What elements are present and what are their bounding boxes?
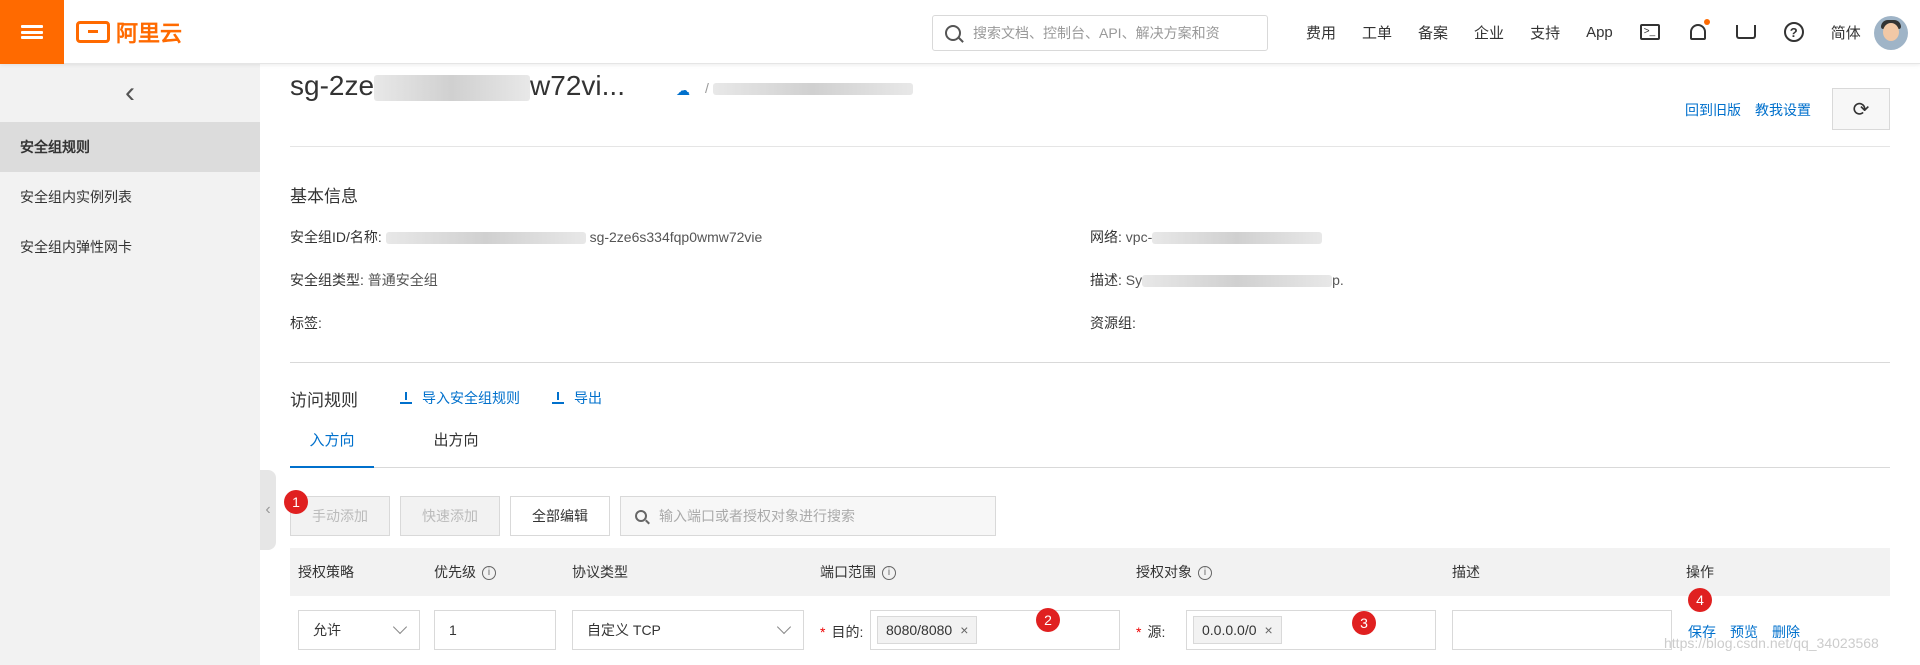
port-tag: 8080/8080 ×	[877, 616, 978, 644]
sidebar-item-sg-rules[interactable]: 安全组规则	[0, 122, 260, 172]
description-row: 描述: Sy p.	[1090, 272, 1344, 288]
annotation-badge-1: 1	[284, 490, 308, 514]
info-icon[interactable]: i	[1198, 566, 1212, 581]
redacted-text	[1142, 275, 1333, 288]
annotation-badge-4: 4	[1688, 588, 1712, 612]
main-content: sg-2ze w72vi... ☁ / 回到旧版 教我设置 ⟳ 基本信息 安全组I…	[284, 64, 1890, 665]
tags-row: 标签:	[290, 315, 322, 331]
access-rules-title: 访问规则	[290, 391, 358, 410]
annotation-badge-3: 3	[1352, 611, 1376, 635]
col-protocol: 协议类型	[572, 564, 628, 580]
header-links: 回到旧版 教我设置	[1685, 100, 1811, 120]
vpc-subtitle: /	[705, 80, 913, 96]
cart-icon[interactable]	[1735, 21, 1757, 43]
import-icon	[400, 392, 412, 404]
chevron-down-icon	[392, 619, 408, 635]
close-icon[interactable]: ×	[1265, 622, 1273, 638]
col-priority: 优先级 i	[434, 548, 496, 596]
network-row: 网络: vpc-	[1090, 227, 1323, 247]
notification-dot	[1703, 19, 1710, 25]
refresh-icon: ⟳	[1852, 98, 1870, 121]
col-description: 描述	[1452, 564, 1480, 580]
direction-tabs: 入方向 出方向	[290, 426, 1890, 468]
nav-icp[interactable]: 备案	[1418, 22, 1448, 43]
source-tag: 0.0.0.0/0 ×	[1193, 616, 1282, 644]
chevron-down-icon	[776, 619, 792, 635]
help-setup-link[interactable]: 教我设置	[1755, 100, 1811, 120]
sg-id-row: 安全组ID/名称: sg-2ze6s334fqp0wmw72vie	[290, 229, 763, 245]
source-input[interactable]: 0.0.0.0/0 ×	[1186, 610, 1436, 650]
nav-enterprise[interactable]: 企业	[1474, 22, 1504, 43]
cloud-icon: ☁	[676, 82, 690, 98]
watermark: https://blog.csdn.net/qq_34023568	[1664, 635, 1879, 651]
terminal-icon[interactable]: >_	[1639, 21, 1661, 43]
tab-inbound[interactable]: 入方向	[290, 426, 374, 468]
top-navigation-bar: 阿里云 搜索文档、控制台、API、解决方案和资 费用 工单 备案 企业 支持 A…	[0, 0, 1920, 64]
logo-text: 阿里云	[116, 21, 183, 46]
close-icon[interactable]: ×	[960, 622, 968, 638]
bell-icon[interactable]	[1687, 19, 1710, 43]
export-link[interactable]: 导出	[552, 388, 602, 408]
import-rules-link[interactable]: 导入安全组规则	[400, 388, 520, 408]
avatar[interactable]	[1874, 16, 1908, 50]
aliyun-logo[interactable]: 阿里云	[76, 18, 182, 46]
resource-group-row: 资源组:	[1090, 315, 1136, 331]
table-header: 授权策略 优先级 i 协议类型 端口范围 i 授权对象 i 描述 操作	[290, 548, 1890, 596]
col-auth-object: 授权对象 i	[1136, 548, 1212, 596]
search-placeholder: 搜索文档、控制台、API、解决方案和资	[973, 25, 1220, 41]
redacted-text	[385, 232, 586, 245]
sidebar-item-enis[interactable]: 安全组内弹性网卡	[0, 222, 260, 272]
menu-icon[interactable]	[0, 0, 64, 64]
nav-app[interactable]: App	[1586, 24, 1613, 41]
annotation-badge-2: 2	[1036, 608, 1060, 632]
divider	[290, 362, 1890, 363]
search-icon	[945, 25, 961, 41]
language-switch[interactable]: 简体	[1831, 22, 1861, 43]
info-icon[interactable]: i	[482, 566, 496, 581]
source-label: * 源:	[1136, 624, 1166, 640]
priority-input[interactable]: 1	[434, 610, 556, 650]
nav-support[interactable]: 支持	[1530, 22, 1560, 43]
page-title: sg-2ze w72vi...	[290, 70, 625, 101]
sidebar-item-instances[interactable]: 安全组内实例列表	[0, 172, 260, 222]
global-search-input[interactable]: 搜索文档、控制台、API、解决方案和资	[932, 15, 1268, 51]
export-icon	[552, 392, 564, 404]
edit-all-button[interactable]: 全部编辑	[510, 496, 610, 536]
col-port-range: 端口范围 i	[820, 548, 896, 596]
top-nav-links: 费用 工单 备案 企业 支持 App >_ ? 简体	[1306, 0, 1887, 64]
info-icon[interactable]: i	[882, 566, 896, 581]
search-icon	[635, 510, 647, 522]
logo-mark-icon	[76, 21, 110, 43]
nav-tickets[interactable]: 工单	[1362, 22, 1392, 43]
port-label: * 目的:	[820, 624, 864, 640]
sidebar: ‹ 安全组规则 安全组内实例列表 安全组内弹性网卡	[0, 64, 260, 665]
tab-outbound[interactable]: 出方向	[414, 426, 498, 468]
sg-type-row: 安全组类型: 普通安全组	[290, 272, 438, 288]
policy-select[interactable]: 允许	[298, 610, 420, 650]
quick-add-button[interactable]: 快速添加	[400, 496, 500, 536]
description-input[interactable]	[1452, 610, 1672, 650]
refresh-button[interactable]: ⟳	[1832, 88, 1890, 130]
sidebar-toggle-chevron-icon[interactable]: ‹	[260, 470, 276, 550]
rules-search-input[interactable]: 输入端口或者授权对象进行搜索	[620, 496, 996, 536]
redacted-text	[1152, 232, 1323, 245]
redacted-text	[374, 74, 531, 101]
divider	[290, 146, 1890, 147]
nav-billing[interactable]: 费用	[1306, 22, 1336, 43]
help-icon[interactable]: ?	[1783, 21, 1805, 43]
protocol-select[interactable]: 自定义 TCP	[572, 610, 804, 650]
port-range-input[interactable]: 8080/8080 ×	[870, 610, 1120, 650]
redacted-text	[712, 83, 913, 96]
basic-info-title: 基本信息	[290, 187, 358, 206]
back-chevron-icon[interactable]: ‹	[0, 64, 260, 122]
back-to-old-version-link[interactable]: 回到旧版	[1685, 100, 1741, 120]
col-policy: 授权策略	[298, 564, 354, 580]
